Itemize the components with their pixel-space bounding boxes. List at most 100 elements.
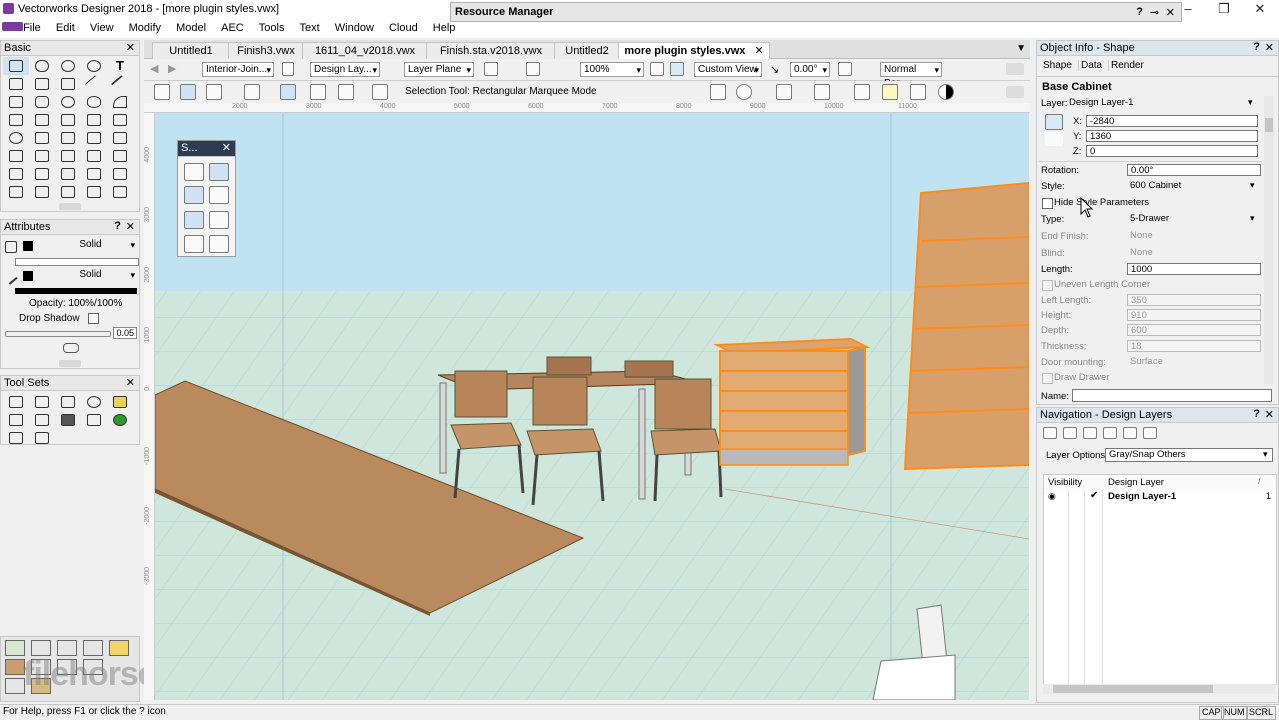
toolset-building-shell[interactable] bbox=[3, 411, 29, 429]
tab-data[interactable]: Data bbox=[1081, 60, 1110, 71]
pin-icon[interactable]: ⊸ bbox=[1150, 6, 1159, 19]
snap-tool-icon[interactable] bbox=[154, 84, 170, 100]
close-icon[interactable]: ✕ bbox=[222, 141, 231, 154]
view-bar-overflow[interactable] bbox=[1006, 63, 1024, 75]
type-dropdown[interactable]: 5-Drawer bbox=[1127, 213, 1261, 225]
view-cube-icon[interactable] bbox=[670, 62, 684, 76]
tab-finish-sta[interactable]: Finish.sta.v2018.vwx bbox=[426, 42, 556, 60]
tool-bar-overflow[interactable] bbox=[1006, 86, 1024, 98]
toolset-plants[interactable] bbox=[107, 411, 133, 429]
menu-edit[interactable]: Edit bbox=[50, 19, 81, 38]
plane-angle-field[interactable]: 0.00° bbox=[790, 62, 830, 77]
chevron-down-icon[interactable]: ▾ bbox=[1250, 180, 1255, 191]
flyover-tool[interactable] bbox=[55, 57, 81, 75]
snap-to-grid-icon[interactable] bbox=[184, 163, 204, 181]
circle-tool[interactable] bbox=[55, 93, 81, 111]
chevron-down-icon[interactable]: ▾ bbox=[1248, 97, 1253, 108]
y-field[interactable]: 1360 bbox=[1086, 130, 1258, 142]
tab-close-icon[interactable]: ✕ bbox=[754, 45, 763, 57]
workspace-icon[interactable] bbox=[109, 640, 129, 656]
snap-to-tangent-icon[interactable] bbox=[184, 235, 204, 253]
tab-finish3[interactable]: Finish3.vwx bbox=[228, 42, 304, 60]
resource-manager-bar[interactable]: Resource Manager ? ⊸ ✕ bbox=[450, 2, 1182, 22]
snap-to-object-icon[interactable] bbox=[209, 163, 229, 181]
toolset-detailing[interactable] bbox=[107, 393, 133, 411]
active-layer-dropdown[interactable]: Design Lay... bbox=[310, 62, 380, 77]
viewports-icon[interactable] bbox=[1103, 427, 1117, 439]
close-icon[interactable]: ✕ bbox=[1166, 6, 1175, 19]
tab-more-plugin-styles[interactable]: more plugin styles.vwx ✕ bbox=[618, 42, 770, 60]
smart-edge-icon[interactable] bbox=[209, 211, 229, 229]
tab-render[interactable]: Render bbox=[1111, 60, 1144, 71]
tab-1611-04[interactable]: 1611_04_v2018.vwx bbox=[302, 42, 428, 60]
mirror-tool[interactable] bbox=[55, 147, 81, 165]
wand-icon[interactable] bbox=[710, 84, 726, 100]
layer-list-h-scrollbar[interactable] bbox=[1043, 684, 1275, 694]
layers-icon[interactable] bbox=[1063, 427, 1077, 439]
offset-tool[interactable] bbox=[107, 129, 133, 147]
active-plane-dropdown[interactable]: Layer Plane bbox=[404, 62, 474, 77]
cloud-icon[interactable] bbox=[854, 84, 870, 100]
forward-arrow-icon[interactable]: ▶ bbox=[168, 62, 176, 75]
z-field[interactable]: 0 bbox=[1086, 145, 1258, 157]
toolset-machine[interactable] bbox=[55, 411, 81, 429]
attribute-mapping-tool[interactable] bbox=[29, 75, 55, 93]
line-weight-field[interactable]: 0.05 bbox=[113, 327, 137, 339]
regular-polygon-tool[interactable] bbox=[107, 111, 133, 129]
polygon-marquee-icon[interactable] bbox=[338, 84, 354, 100]
close-icon[interactable]: ✕ bbox=[126, 376, 135, 389]
new-layer-icon[interactable] bbox=[1043, 427, 1057, 439]
menu-view[interactable]: View bbox=[84, 19, 120, 38]
pen-style-dropdown[interactable]: Solid bbox=[41, 268, 137, 283]
saved-views-icon[interactable] bbox=[814, 84, 830, 100]
back-arrow-icon[interactable]: ◀ bbox=[150, 62, 158, 75]
table-row[interactable]: ◉ ✔ Design Layer-1 1 bbox=[1044, 490, 1276, 504]
clip-tool[interactable] bbox=[55, 129, 81, 147]
tab-shape[interactable]: Shape bbox=[1043, 60, 1079, 71]
rectangle-tool[interactable] bbox=[3, 93, 29, 111]
toolset-3d-modeling[interactable] bbox=[29, 393, 55, 411]
trim-tool[interactable] bbox=[107, 147, 133, 165]
menu-file[interactable]: File bbox=[17, 19, 47, 38]
bucket-tool[interactable] bbox=[55, 165, 81, 183]
reshape-tool[interactable] bbox=[81, 129, 107, 147]
check-visibility-icon[interactable] bbox=[776, 84, 792, 100]
constrained-tool[interactable] bbox=[107, 183, 133, 201]
workspace-icon[interactable] bbox=[5, 640, 25, 656]
bend-tool[interactable] bbox=[29, 165, 55, 183]
chevron-down-icon[interactable]: ▾ bbox=[1263, 449, 1268, 460]
triangle-tool[interactable] bbox=[29, 111, 55, 129]
callout-tool[interactable] bbox=[107, 165, 133, 183]
line-weight-slider[interactable] bbox=[5, 331, 111, 337]
tab-list-chevron-icon[interactable]: ▼ bbox=[1016, 43, 1026, 54]
close-icon[interactable]: ✕ bbox=[1265, 408, 1274, 421]
maximize-button[interactable]: ❐ bbox=[1206, 0, 1242, 19]
zoom-dropdown[interactable]: 100% bbox=[580, 62, 644, 77]
menu-aec[interactable]: AEC bbox=[215, 19, 250, 38]
visibility-eye-icon[interactable]: ◉ bbox=[1048, 491, 1056, 502]
zoom-tool[interactable] bbox=[81, 57, 107, 75]
dimension-tool[interactable] bbox=[3, 183, 29, 201]
selection-tool[interactable] bbox=[3, 57, 29, 75]
fillet-tool[interactable] bbox=[29, 129, 55, 147]
object-info-scrollbar[interactable] bbox=[1264, 96, 1274, 384]
smart-points-icon[interactable] bbox=[184, 211, 204, 229]
col-edit-icon[interactable]: / bbox=[1258, 476, 1261, 487]
snap-to-surface-icon[interactable] bbox=[209, 235, 229, 253]
col-visibility[interactable]: Visibility bbox=[1048, 477, 1082, 488]
rotate-tool[interactable] bbox=[81, 147, 107, 165]
position-icon[interactable] bbox=[1045, 114, 1063, 130]
sun-icon[interactable] bbox=[910, 84, 926, 100]
close-icon[interactable]: ✕ bbox=[1265, 41, 1274, 54]
drawing-canvas[interactable] bbox=[155, 113, 1029, 700]
connect-tool[interactable] bbox=[3, 147, 29, 165]
gear-icon[interactable] bbox=[736, 84, 752, 100]
arc-length-tool[interactable] bbox=[81, 165, 107, 183]
layer-options-dropdown[interactable]: Gray/Snap Others bbox=[1105, 448, 1273, 462]
x-field[interactable]: -2840 bbox=[1086, 115, 1258, 127]
toolset-walls[interactable] bbox=[55, 393, 81, 411]
chain-link-icon[interactable] bbox=[63, 343, 79, 353]
close-window-button[interactable]: ✕ bbox=[1242, 0, 1278, 19]
quarter-arc-tool[interactable] bbox=[55, 111, 81, 129]
style-dropdown[interactable]: 600 Cabinet bbox=[1127, 180, 1261, 192]
